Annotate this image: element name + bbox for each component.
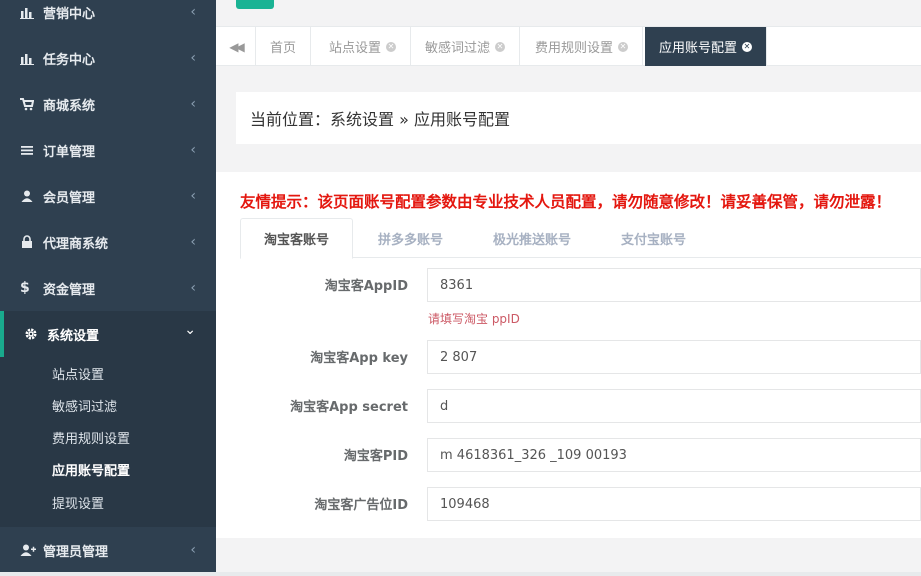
sub-item-app-accounts[interactable]: 应用账号配置	[0, 453, 216, 485]
bar-chart-icon	[20, 5, 34, 19]
sub-item-site-settings[interactable]: 站点设置	[0, 357, 216, 389]
nav-label: 会员管理	[43, 190, 96, 206]
tab-alipay-account[interactable]: 支付宝账号	[596, 218, 711, 258]
tab-pinduoduo-account[interactable]: 拼多多账号	[353, 218, 468, 258]
breadcrumb-text: 当前位置：系统设置 » 应用账号配置	[250, 110, 510, 129]
sidebar: 营销中心 ‹ 任务中心 ‹ 商城系统 ‹ 订单管理 ‹ 会员管理 ‹ 代理商系统…	[0, 0, 216, 576]
chevron-left-icon: ‹	[190, 542, 196, 558]
cart-icon	[20, 97, 35, 111]
nav-label: 系统设置	[47, 328, 100, 344]
pid-input[interactable]	[427, 438, 921, 472]
tab-jpush-account[interactable]: 极光推送账号	[468, 218, 596, 258]
user-plus-icon	[20, 543, 36, 557]
form-row-pid: 淘宝客PID	[240, 438, 921, 472]
account-tab-label: 支付宝账号	[620, 232, 686, 248]
chevron-left-icon: ‹	[190, 4, 196, 20]
main-content: ◀◀ 首页 站点设置 ✕ 敏感词过滤 ✕ 费用规则设置 ✕ 应用账号配置 ✕ 当前位置：…	[216, 0, 921, 576]
nav-system-settings[interactable]: 系统设置 ⌄	[0, 311, 216, 357]
chevron-left-icon: ‹	[190, 50, 196, 66]
field-label: 淘宝客App key	[310, 351, 408, 366]
tab-taobaoke-account[interactable]: 淘宝客账号	[240, 218, 353, 259]
sub-item-sensitive-words[interactable]: 敏感词过滤	[0, 389, 216, 421]
nav-mall-system[interactable]: 商城系统 ‹	[0, 81, 216, 127]
sub-item-label: 应用账号配置	[52, 463, 131, 479]
nav-label: 任务中心	[43, 52, 96, 68]
bar-chart-icon	[20, 51, 34, 65]
page-tabs: ◀◀ 首页 站点设置 ✕ 敏感词过滤 ✕ 费用规则设置 ✕ 应用账号配置 ✕	[216, 26, 921, 66]
tab-label: 费用规则设置	[535, 41, 614, 56]
nav-member-management[interactable]: 会员管理 ‹	[0, 173, 216, 219]
tab-home[interactable]: 首页	[256, 27, 312, 66]
tab-app-accounts[interactable]: 应用账号配置 ✕	[645, 27, 768, 66]
sub-item-withdraw-settings[interactable]: 提现设置	[0, 485, 216, 527]
chevron-left-icon: ‹	[190, 234, 196, 250]
form-row-app-secret: 淘宝客App secret	[240, 389, 921, 423]
account-tab-label: 极光推送账号	[492, 232, 571, 248]
chevron-down-icon: ⌄	[184, 322, 196, 338]
list-icon	[20, 143, 34, 157]
account-tab-label: 拼多多账号	[377, 232, 443, 248]
field-label: 淘宝客App secret	[290, 400, 408, 415]
nav-fund-management[interactable]: $ 资金管理 ‹	[0, 265, 216, 311]
sub-item-label: 提现设置	[52, 497, 105, 512]
tab-sensitive-words[interactable]: 敏感词过滤 ✕	[411, 27, 521, 66]
form-row-app-key: 淘宝客App key	[240, 340, 921, 374]
form-row-appid: 淘宝客AppID 请填写淘宝 ppID	[240, 268, 921, 328]
close-icon[interactable]: ✕	[742, 41, 753, 52]
chevron-left-icon: ‹	[190, 280, 196, 296]
tab-label: 应用账号配置	[659, 41, 738, 56]
sub-item-label: 费用规则设置	[52, 431, 131, 447]
app-secret-input[interactable]	[427, 389, 921, 423]
tabs-scroll-left-button[interactable]: ◀◀	[216, 27, 256, 66]
account-tab-label: 淘宝客账号	[263, 233, 329, 248]
sub-item-label: 站点设置	[52, 367, 105, 383]
nav-label: 订单管理	[43, 144, 96, 160]
form-row-adzone-id: 淘宝客广告位ID	[240, 487, 921, 521]
nav-agent-system[interactable]: 代理商系统 ‹	[0, 219, 216, 265]
tab-site-settings[interactable]: 站点设置 ✕	[315, 27, 412, 66]
breadcrumb: 当前位置：系统设置 » 应用账号配置	[236, 92, 921, 144]
field-label: 淘宝客广告位ID	[314, 498, 408, 513]
user-icon	[20, 189, 34, 203]
sub-item-label: 敏感词过滤	[52, 399, 118, 415]
nav-label: 营销中心	[43, 6, 96, 22]
chevron-left-icon: ‹	[190, 96, 196, 112]
tab-label: 首页	[270, 41, 297, 56]
close-icon[interactable]: ✕	[386, 41, 397, 52]
field-label: 淘宝客PID	[343, 449, 408, 464]
lock-icon	[20, 235, 34, 249]
sub-item-fee-rules[interactable]: 费用规则设置	[0, 421, 216, 453]
close-icon[interactable]: ✕	[618, 41, 629, 52]
chevron-left-icon: ‹	[190, 188, 196, 204]
close-icon[interactable]: ✕	[495, 41, 506, 52]
nav-label: 管理员管理	[43, 544, 109, 560]
double-left-arrow-icon: ◀◀	[229, 39, 245, 54]
field-label: 淘宝客AppID	[324, 279, 408, 294]
gear-icon	[24, 327, 38, 341]
nav-marketing-center[interactable]: 营销中心 ‹	[0, 0, 216, 35]
nav-task-center[interactable]: 任务中心 ‹	[0, 35, 216, 81]
menu-toggle-button[interactable]	[236, 0, 274, 9]
tab-fee-rules[interactable]: 费用规则设置 ✕	[521, 27, 644, 66]
dollar-icon: $	[20, 280, 30, 296]
nav-label: 代理商系统	[43, 236, 109, 252]
adzone-id-input[interactable]	[427, 487, 921, 521]
nav-label: 商城系统	[43, 98, 96, 114]
nav-label: 资金管理	[43, 282, 96, 298]
nav-admin-management[interactable]: 管理员管理 ‹	[0, 527, 216, 573]
appid-input[interactable]	[427, 268, 921, 302]
app-key-input[interactable]	[427, 340, 921, 374]
tab-label: 敏感词过滤	[425, 41, 491, 56]
tab-label: 站点设置	[329, 41, 382, 56]
account-tabs: 淘宝客账号 拼多多账号 极光推送账号 支付宝账号	[240, 218, 921, 259]
bottom-divider	[0, 572, 921, 576]
settings-panel: 友情提示：该页面账号配置参数由专业技术人员配置，请勿随意修改！请妥善保管，请勿泄…	[216, 172, 921, 538]
field-help-text: 请填写淘宝 ppID	[428, 312, 520, 326]
chevron-left-icon: ‹	[190, 142, 196, 158]
nav-order-management[interactable]: 订单管理 ‹	[0, 127, 216, 173]
warning-notice: 友情提示：该页面账号配置参数由专业技术人员配置，请勿随意修改！请妥善保管，请勿泄…	[240, 193, 892, 211]
